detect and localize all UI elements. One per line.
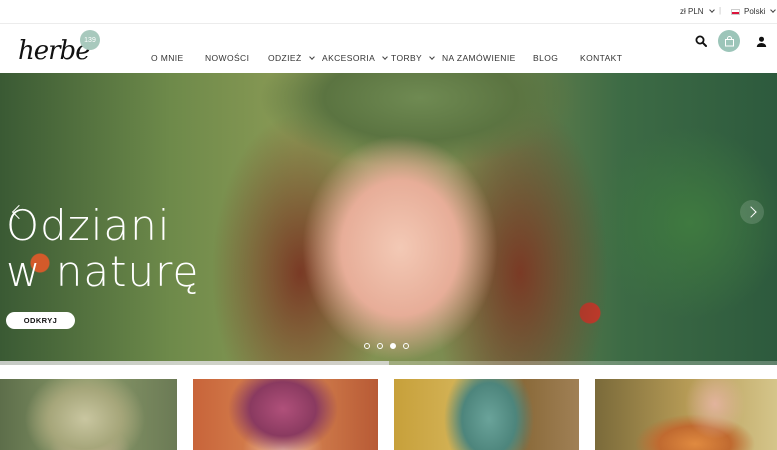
topbar-separator: | [719,6,722,15]
chevron-down-icon [429,53,435,60]
nav-item-nowosci[interactable]: NOWOŚCI [205,53,249,63]
user-icon[interactable] [756,36,767,47]
slider-dot-active[interactable] [390,343,396,349]
nav-item-kontakt[interactable]: KONTAKT [580,53,622,63]
top-bar: zł PLN | Polski [0,0,777,24]
main-nav: O MNIE NOWOŚCI ODZIEŻ AKCESORIA TORBY NA… [0,24,777,73]
nav-item-na-zamowienie[interactable]: NA ZAMÓWIENIE [442,53,516,63]
search-icon[interactable] [695,35,707,47]
nav-label: AKCESORIA [322,53,376,63]
slider-dot[interactable] [364,343,370,349]
slider-progress [0,361,777,365]
slider-progress-fill [0,361,389,365]
chevron-down-icon [708,7,715,13]
nav-label: KONTAKT [580,53,623,63]
language-label: Polski [744,7,766,16]
chevron-right-icon[interactable] [740,200,764,224]
polish-flag-icon [731,8,740,15]
nav-label: NOWOŚCI [205,53,250,63]
slider-dot[interactable] [403,343,409,349]
category-tile-2[interactable] [193,379,378,450]
slider-dot[interactable] [377,343,383,349]
hero-title-line1: Odziani [6,201,171,250]
nav-label: NA ZAMÓWIENIE [442,53,516,63]
cart-button[interactable] [718,30,740,52]
category-tile-3[interactable] [394,379,579,450]
language-selector[interactable]: Polski [731,7,777,16]
hero-slider: Odziani w naturę ODKRYJ [0,73,777,365]
chevron-down-icon [770,7,777,13]
shopping-bag-icon [724,35,734,46]
currency-selector[interactable]: zł PLN [680,7,715,16]
nav-item-o-mnie[interactable]: O MNIE [151,53,184,63]
nav-label: O MNIE [151,53,184,63]
nav-label: BLOG [533,53,559,63]
nav-item-odziez[interactable]: ODZIEŻ [268,53,315,63]
discover-button[interactable]: ODKRYJ [6,312,75,329]
slider-dots [364,343,409,349]
nav-item-torby[interactable]: TORBY [391,53,435,63]
hero-title-line2: w naturę [6,247,200,296]
currency-label: zł PLN [680,7,704,16]
nav-item-blog[interactable]: BLOG [533,53,558,63]
nav-label: TORBY [391,53,423,63]
category-tile-4[interactable] [595,379,777,450]
nav-item-akcesoria[interactable]: AKCESORIA [322,53,389,63]
chevron-down-icon [308,53,315,60]
category-tile-1[interactable] [0,379,177,450]
chevron-down-icon [382,53,389,60]
nav-label: ODZIEŻ [268,53,302,63]
site-header: herbe 139 O MNIE NOWOŚCI ODZIEŻ AKCESORI… [0,24,777,73]
hero-title: Odziani w naturę [6,203,199,295]
